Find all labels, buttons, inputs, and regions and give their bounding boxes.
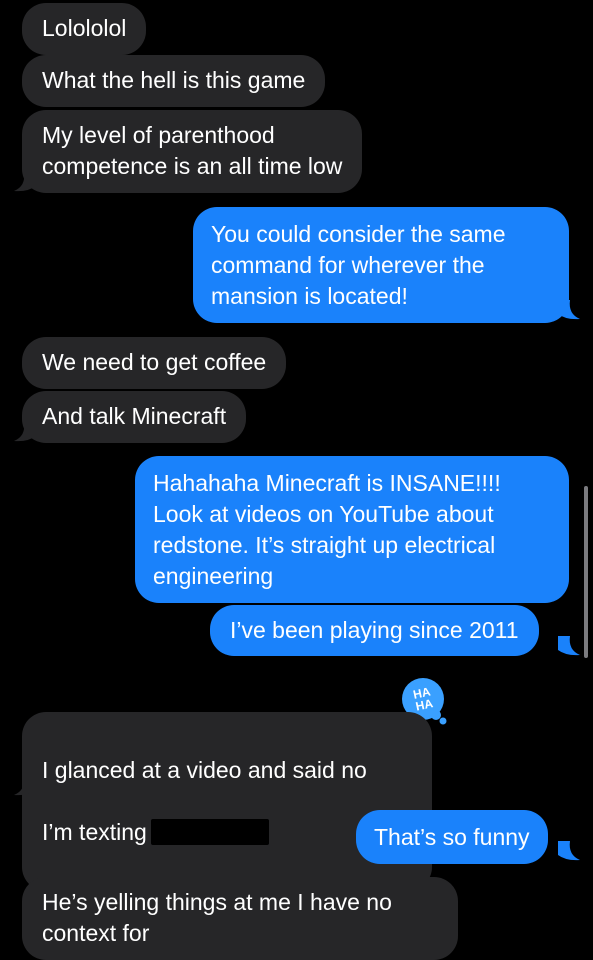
outgoing-bubble-tail: [558, 841, 580, 861]
incoming-bubble-tail: [14, 776, 36, 796]
outgoing-message[interactable]: That’s so funny: [356, 810, 548, 864]
outgoing-bubble-tail: [558, 300, 580, 320]
message-text: I’m texting: [42, 819, 147, 845]
outgoing-message[interactable]: Hahahaha Minecraft is INSANE!!!! Look at…: [135, 456, 569, 603]
outgoing-message[interactable]: I’ve been playing since 2011: [210, 605, 539, 656]
outgoing-message[interactable]: You could consider the same command for …: [193, 207, 569, 323]
incoming-message[interactable]: My level of parenthood competence is an …: [22, 110, 363, 193]
incoming-message[interactable]: I glanced at a video and said no I’m tex…: [22, 712, 432, 891]
outgoing-bubble-tail: [558, 636, 580, 656]
message-line: I glanced at a video and said no: [42, 757, 367, 783]
incoming-message[interactable]: He’s yelling things at me I have no cont…: [22, 877, 458, 960]
scrollbar[interactable]: [584, 486, 588, 658]
incoming-message[interactable]: Lolololol: [22, 3, 147, 55]
incoming-message[interactable]: And talk Minecraft: [22, 391, 247, 443]
redaction-bar: [150, 818, 269, 845]
incoming-bubble-tail: [14, 422, 36, 442]
incoming-message[interactable]: We need to get coffee: [22, 337, 287, 389]
incoming-message[interactable]: What the hell is this game: [22, 55, 326, 107]
incoming-bubble-tail: [14, 172, 36, 192]
